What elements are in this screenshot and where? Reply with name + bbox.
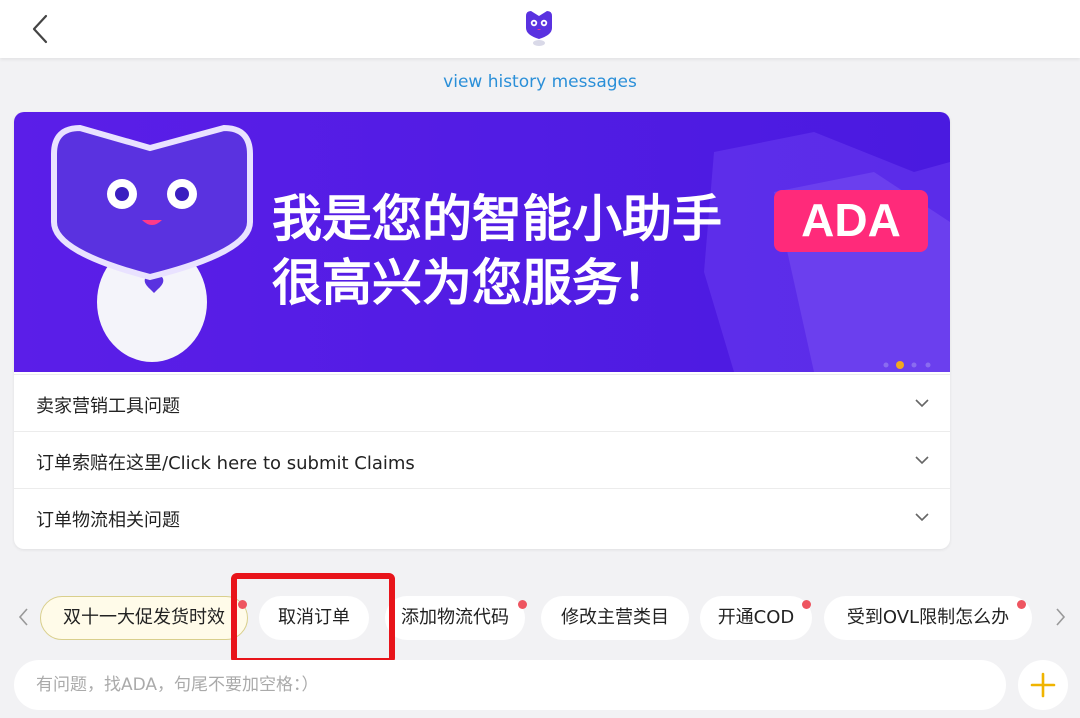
chip-label: 受到OVL限制怎么办 xyxy=(846,607,1010,628)
chip-enable-cod[interactable]: 开通COD xyxy=(700,596,812,640)
ada-robot-logo-icon xyxy=(526,11,552,46)
chip-label: 添加物流代码 xyxy=(401,607,509,628)
welcome-card: 我是您的智能小助手 ADA 很高兴为您服务！ 卖家营销工具问题 订单索赔在这里/… xyxy=(14,112,950,549)
chevron-down-icon xyxy=(915,513,929,522)
faq-label: 订单索赔在这里/Click here to submit Claims xyxy=(36,453,415,474)
notification-dot xyxy=(238,600,247,609)
faq-item-submit-claims[interactable]: 订单索赔在这里/Click here to submit Claims xyxy=(14,431,950,488)
chip-modify-category[interactable]: 修改主营类目 xyxy=(541,596,689,640)
chevron-down-icon xyxy=(915,399,929,408)
back-chevron-icon[interactable] xyxy=(26,12,56,46)
view-history-link[interactable]: view history messages xyxy=(0,72,1080,92)
chip-label: 修改主营类目 xyxy=(561,607,669,628)
scroll-right-icon[interactable] xyxy=(1054,606,1068,628)
notification-dot xyxy=(1017,600,1026,609)
chip-label: 开通COD xyxy=(717,607,795,628)
message-input[interactable] xyxy=(14,660,1006,710)
chip-label: 双十一大促发货时效 xyxy=(63,607,225,628)
quick-reply-chips: 双十一大促发货时效 取消订单 添加物流代码 修改主营类目 开通COD 受到OVL… xyxy=(0,594,1080,644)
banner-line-1: 我是您的智能小助手 xyxy=(272,191,722,247)
add-button[interactable] xyxy=(1018,660,1068,710)
chip-ovl-restriction[interactable]: 受到OVL限制怎么办 xyxy=(824,596,1032,640)
ada-badge-text: ADA xyxy=(801,194,901,246)
chevron-down-icon xyxy=(915,456,929,465)
faq-item-order-logistics[interactable]: 订单物流相关问题 xyxy=(14,488,950,545)
plus-icon xyxy=(1030,672,1056,698)
chip-double-eleven[interactable]: 双十一大促发货时效 xyxy=(40,596,248,640)
scroll-left-icon[interactable] xyxy=(16,606,30,628)
banner-line-2: 很高兴为您服务！ xyxy=(272,255,672,311)
notification-dot xyxy=(802,600,811,609)
welcome-banner[interactable]: 我是您的智能小助手 ADA 很高兴为您服务！ xyxy=(14,112,950,372)
notification-dot xyxy=(518,600,527,609)
chip-cancel-order[interactable]: 取消订单 xyxy=(259,596,369,640)
faq-item-marketing-tools[interactable]: 卖家营销工具问题 xyxy=(14,374,950,431)
top-bar xyxy=(0,0,1080,58)
faq-label: 订单物流相关问题 xyxy=(36,510,180,531)
chip-add-logistics-code[interactable]: 添加物流代码 xyxy=(385,596,525,640)
chip-label: 取消订单 xyxy=(278,607,350,628)
faq-label: 卖家营销工具问题 xyxy=(36,396,180,417)
